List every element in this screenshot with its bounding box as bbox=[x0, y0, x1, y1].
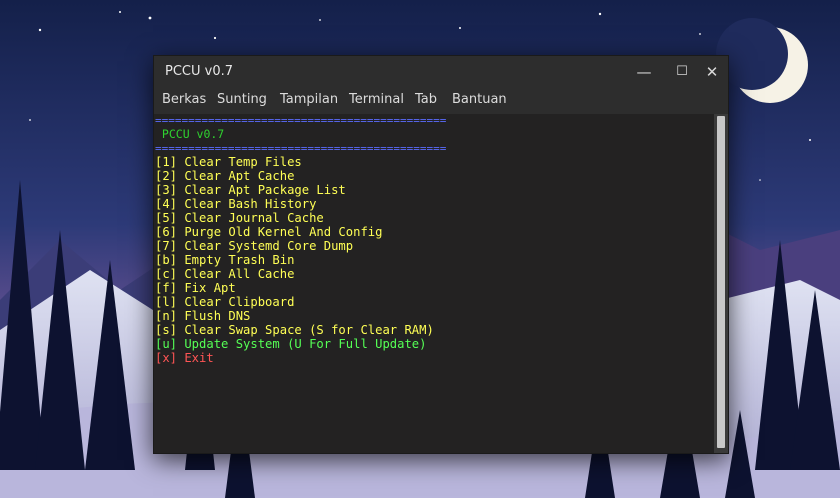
title-bar[interactable]: PCCU v0.7 — ☐ ✕ bbox=[154, 56, 728, 88]
separator-top: ========================================… bbox=[155, 114, 447, 127]
close-icon[interactable]: ✕ bbox=[700, 60, 724, 84]
menu-terminal[interactable]: Terminal bbox=[349, 92, 404, 107]
separator-bottom: ========================================… bbox=[155, 142, 447, 155]
terminal-header: PCCU v0.7 bbox=[155, 127, 225, 141]
menu-option-7: [7] Clear Systemd Core Dump bbox=[155, 239, 354, 253]
menu-option-s: [s] Clear Swap Space (S for Clear RAM) bbox=[155, 323, 434, 337]
menu-option-3: [3] Clear Apt Package List bbox=[155, 183, 346, 197]
minimize-icon[interactable]: — bbox=[632, 60, 656, 84]
menu-tab[interactable]: Tab bbox=[415, 92, 437, 107]
menu-option-n: [n] Flush DNS bbox=[155, 309, 251, 323]
menu-option-4: [4] Clear Bash History bbox=[155, 197, 317, 211]
menu-sunting[interactable]: Sunting bbox=[217, 92, 267, 107]
terminal-scrollbar[interactable] bbox=[714, 114, 728, 453]
menu-bantuan[interactable]: Bantuan bbox=[452, 92, 507, 107]
menu-berkas[interactable]: Berkas bbox=[162, 92, 206, 107]
menu-bar: Berkas Sunting Tampilan Terminal Tab Ban… bbox=[154, 88, 728, 114]
menu-option-b: [b] Empty Trash Bin bbox=[155, 253, 295, 267]
menu-option-update: [u] Update System (U For Full Update) bbox=[155, 337, 427, 351]
menu-tampilan[interactable]: Tampilan bbox=[280, 92, 338, 107]
scrollbar-thumb[interactable] bbox=[717, 116, 725, 448]
menu-option-f: [f] Fix Apt bbox=[155, 281, 236, 295]
menu-option-c: [c] Clear All Cache bbox=[155, 267, 295, 281]
window-title: PCCU v0.7 bbox=[165, 64, 234, 79]
terminal-output[interactable]: ========================================… bbox=[154, 114, 714, 453]
terminal-window: PCCU v0.7 — ☐ ✕ Berkas Sunting Tampilan … bbox=[153, 55, 729, 454]
maximize-icon[interactable]: ☐ bbox=[670, 60, 694, 84]
menu-option-6: [6] Purge Old Kernel And Config bbox=[155, 225, 383, 239]
menu-option-2: [2] Clear Apt Cache bbox=[155, 169, 295, 183]
menu-option-l: [l] Clear Clipboard bbox=[155, 295, 295, 309]
menu-option-1: [1] Clear Temp Files bbox=[155, 155, 302, 169]
menu-option-exit: [x] Exit bbox=[155, 351, 214, 365]
menu-option-5: [5] Clear Journal Cache bbox=[155, 211, 324, 225]
